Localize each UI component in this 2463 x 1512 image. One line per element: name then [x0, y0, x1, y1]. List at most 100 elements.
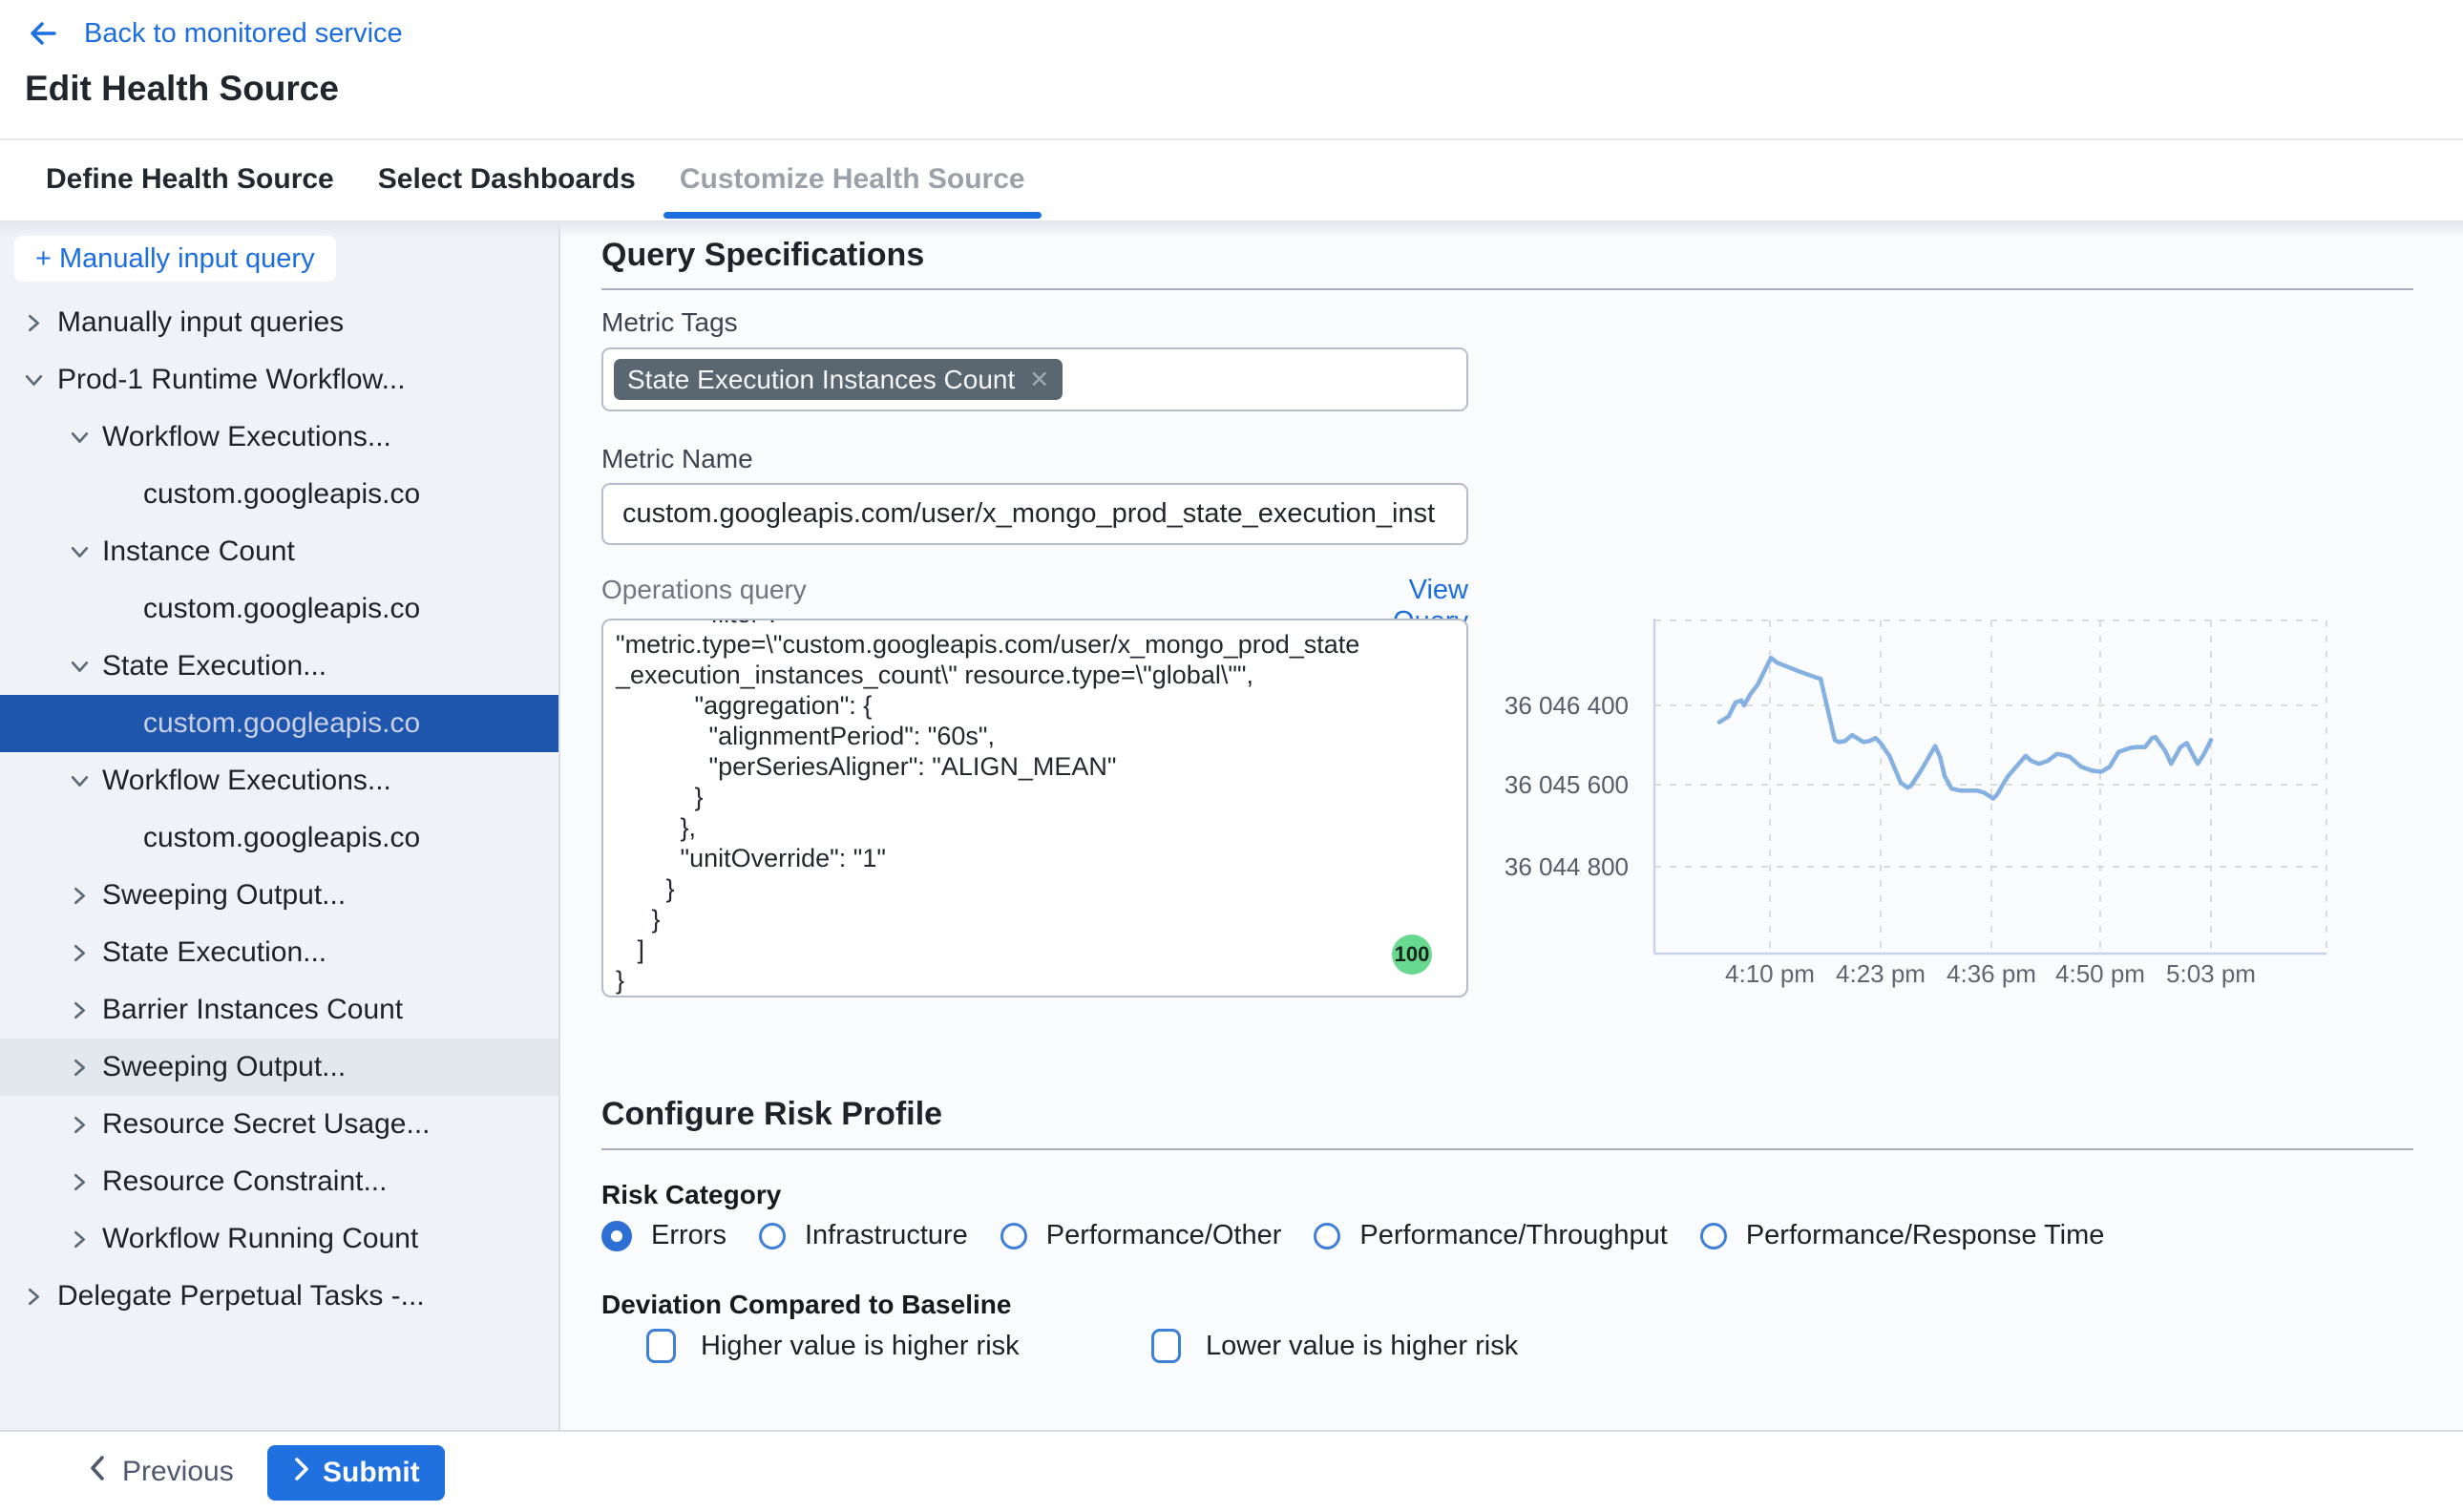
tree-item[interactable]: Manually input queries: [0, 294, 558, 351]
records-count-badge: 100: [1392, 934, 1432, 975]
chevron-right-icon[interactable]: [21, 310, 46, 335]
metric-preview-chart: 36 046 40036 045 60036 044 8004:10 pm4:2…: [1470, 592, 2425, 1012]
risk-category-radio-infrastructure[interactable]: Infrastructure: [759, 1220, 968, 1251]
tree-item[interactable]: custom.googleapis.com: [0, 809, 558, 867]
page-header: Back to monitored service Edit Health So…: [0, 0, 2463, 138]
previous-button[interactable]: Previous: [86, 1432, 234, 1512]
tree-item[interactable]: Workflow Executions...: [0, 409, 558, 466]
radio-icon[interactable]: [1314, 1223, 1340, 1250]
tree-item[interactable]: custom.googleapis.com: [0, 695, 558, 752]
checkbox-label: Higher value is higher risk: [701, 1331, 1020, 1362]
radio-icon[interactable]: [1700, 1223, 1727, 1250]
chevron-right-icon[interactable]: [67, 1055, 92, 1080]
y-axis-tick-label: 36 045 600: [1476, 770, 1629, 799]
tree-item[interactable]: Workflow Running Count: [0, 1210, 558, 1268]
operations-query-textarea[interactable]: "filter": "metric.type=\"custom.googleap…: [601, 619, 1468, 998]
tree-item-label: custom.googleapis.com: [143, 478, 422, 511]
chevron-right-icon[interactable]: [67, 940, 92, 965]
line-chart-canvas: [1470, 592, 2425, 1012]
operations-query-label: Operations query: [601, 575, 807, 605]
metric-tag-chip-label: State Execution Instances Count: [627, 365, 1015, 395]
tree-item[interactable]: Instance Count: [0, 523, 558, 580]
section-divider: [601, 288, 2413, 290]
tree-item[interactable]: Sweeping Output...: [0, 867, 558, 924]
metric-tree: Manually input queries Prod-1 Runtime Wor…: [0, 294, 558, 1325]
tab-define-health-source[interactable]: Define Health Source: [30, 140, 350, 219]
chevron-down-icon[interactable]: [67, 539, 92, 564]
tree-item-label: Workflow Executions...: [102, 765, 391, 797]
metric-tags-input[interactable]: State Execution Instances Count ✕: [601, 347, 1468, 411]
tree-item[interactable]: custom.googleapis.com: [0, 466, 558, 523]
tree-item-label: Sweeping Output...: [102, 879, 346, 912]
submit-button-label: Submit: [323, 1457, 420, 1489]
chevron-down-icon[interactable]: [67, 425, 92, 450]
configure-risk-profile-heading: Configure Risk Profile: [601, 1096, 942, 1133]
tree-item[interactable]: Delegate Perpetual Tasks -...: [0, 1268, 558, 1325]
chevron-down-icon[interactable]: [67, 768, 92, 793]
section-divider: [601, 1148, 2413, 1150]
x-axis-tick-label: 5:03 pm: [2135, 959, 2287, 988]
risk-category-radio-performance-response-time[interactable]: Performance/Response Time: [1700, 1220, 2105, 1251]
chevron-down-icon[interactable]: [67, 654, 92, 679]
tab-customize-health-source[interactable]: Customize Health Source: [663, 140, 1042, 219]
tree-item[interactable]: Resource Secret Usage...: [0, 1096, 558, 1153]
deviation-label: Deviation Compared to Baseline: [601, 1290, 1011, 1320]
deviation-checkbox-lower[interactable]: Lower value is higher risk: [1151, 1329, 1518, 1363]
checkbox-icon[interactable]: [1151, 1329, 1181, 1363]
chevron-right-icon[interactable]: [67, 1227, 92, 1251]
tree-item-label: Prod-1 Runtime Workflow...: [57, 364, 406, 396]
chevron-right-icon[interactable]: [67, 883, 92, 908]
risk-category-radio-group: Errors Infrastructure Performance/Other Per…: [601, 1220, 2137, 1251]
deviation-checkbox-higher[interactable]: Higher value is higher risk: [646, 1329, 1020, 1363]
metric-name-input[interactable]: [601, 483, 1468, 545]
tree-item-label: State Execution...: [102, 936, 326, 969]
back-to-monitored-service-link[interactable]: Back to monitored service: [27, 17, 403, 50]
metric-tags-label: Metric Tags: [601, 307, 738, 338]
risk-category-label: Risk Category: [601, 1180, 781, 1210]
edit-health-source-page: Back to monitored service Edit Health So…: [0, 0, 2463, 1512]
tree-item-label: Manually input queries: [57, 306, 344, 339]
radio-label: Errors: [651, 1220, 726, 1251]
tab-bar: Define Health SourceSelect DashboardsCus…: [0, 138, 2463, 221]
tree-item[interactable]: Prod-1 Runtime Workflow...: [0, 351, 558, 409]
chevron-right-icon[interactable]: [67, 1169, 92, 1194]
checkbox-icon[interactable]: [646, 1329, 676, 1363]
chevron-right-icon[interactable]: [21, 1284, 46, 1309]
tree-item[interactable]: Barrier Instances Count: [0, 981, 558, 1039]
radio-icon[interactable]: [759, 1223, 786, 1250]
radio-icon[interactable]: [1000, 1223, 1027, 1250]
add-manual-query-button[interactable]: + Manually input query: [14, 236, 336, 282]
previous-button-label: Previous: [122, 1456, 234, 1488]
query-specifications-heading: Query Specifications: [601, 237, 924, 274]
tree-item-label: Delegate Perpetual Tasks -...: [57, 1280, 425, 1312]
submit-button[interactable]: Submit: [267, 1445, 445, 1501]
chevron-right-icon: [292, 1456, 311, 1490]
metric-name-label: Metric Name: [601, 444, 753, 474]
risk-category-radio-errors[interactable]: Errors: [601, 1220, 726, 1251]
tree-item[interactable]: Workflow Executions...: [0, 752, 558, 809]
tree-item[interactable]: Resource Constraint...: [0, 1153, 558, 1210]
chevron-down-icon[interactable]: [21, 368, 46, 392]
radio-label: Performance/Other: [1046, 1220, 1282, 1251]
y-axis-tick-label: 36 046 400: [1476, 691, 1629, 720]
risk-category-radio-performance-throughput[interactable]: Performance/Throughput: [1314, 1220, 1667, 1251]
y-axis-tick-label: 36 044 800: [1476, 852, 1629, 881]
wizard-footer: Previous Submit: [0, 1430, 2463, 1512]
tab-select-dashboards[interactable]: Select Dashboards: [362, 140, 652, 219]
chevron-right-icon[interactable]: [67, 998, 92, 1022]
tree-item[interactable]: custom.googleapis.com: [0, 580, 558, 638]
chevron-right-icon[interactable]: [67, 1112, 92, 1137]
radio-selected-icon[interactable]: [601, 1221, 632, 1251]
tree-item-label: Resource Secret Usage...: [102, 1108, 431, 1141]
tree-item-label: Instance Count: [102, 536, 295, 568]
tree-item[interactable]: State Execution...: [0, 924, 558, 981]
main-panel: Query Specifications Metric Tags State E…: [560, 221, 2463, 1430]
query-tree-sidebar: + Manually input query Manually input qu…: [0, 221, 560, 1430]
risk-category-radio-performance-other[interactable]: Performance/Other: [1000, 1220, 1282, 1251]
chip-remove-icon[interactable]: ✕: [1029, 366, 1049, 394]
tree-item[interactable]: Sweeping Output...: [0, 1039, 558, 1096]
metric-tag-chip[interactable]: State Execution Instances Count ✕: [614, 359, 1063, 400]
tree-item[interactable]: State Execution...: [0, 638, 558, 695]
deviation-checkbox-group: Higher value is higher risk Lower value i…: [601, 1329, 2413, 1371]
arrow-left-icon: [27, 17, 59, 50]
